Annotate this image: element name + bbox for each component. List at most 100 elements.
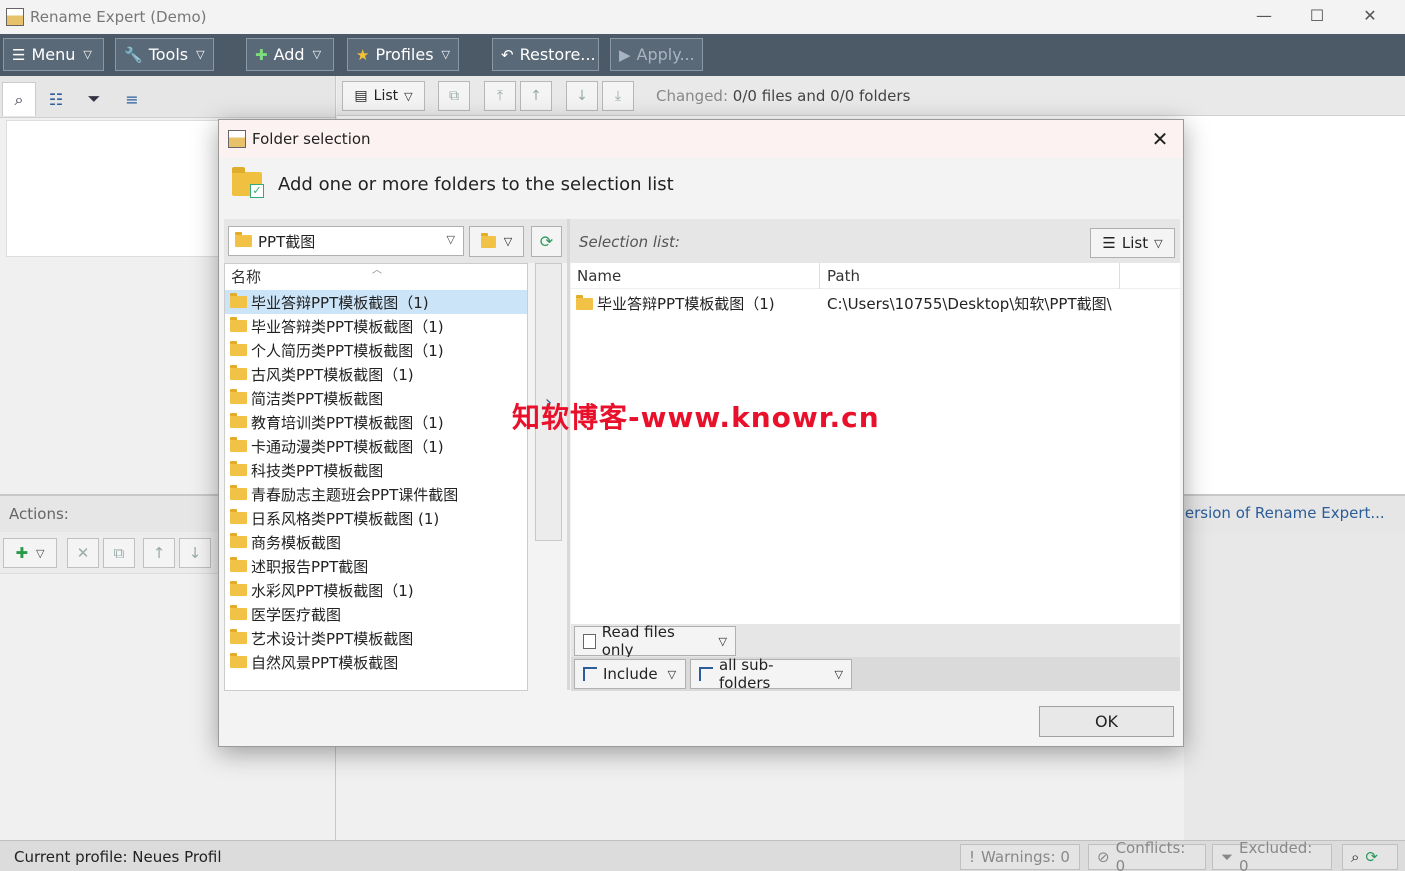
list-icon: ☰ <box>1102 234 1116 252</box>
tree-item[interactable]: 个人简历类PPT模板截图（1) <box>225 338 527 362</box>
maximize-button[interactable]: ☐ <box>1291 0 1343 30</box>
folder-icon <box>576 294 593 310</box>
current-folder-combo[interactable]: PPT截图 ▽ <box>228 226 464 256</box>
dialog-title-bar: Folder selection ✕ <box>219 120 1183 158</box>
tree-item[interactable]: 简洁类PPT模板截图 <box>225 386 527 410</box>
close-button[interactable]: ✕ <box>1344 0 1396 30</box>
tree-column-header[interactable]: 名称 ︿ <box>225 264 527 290</box>
conflict-icon: ⊘ <box>1097 848 1110 866</box>
favorite-folder-icon <box>480 232 496 248</box>
move-bottom-button[interactable]: ⤓ <box>602 81 634 111</box>
current-profile: Current profile: Neues Profil <box>14 848 222 866</box>
tools-button[interactable]: 🔧 Tools ▽ <box>115 38 214 71</box>
folder-icon <box>230 413 247 428</box>
list-view-button[interactable]: ▤ List ▽ <box>342 81 425 111</box>
chevron-down-icon: ▽ <box>503 235 513 248</box>
search-icon[interactable]: ⌕ <box>2 82 36 116</box>
tree-item[interactable]: 日系风格类PPT模板截图 (1) <box>225 506 527 530</box>
tree-item[interactable]: 教育培训类PPT模板截图（1) <box>225 410 527 434</box>
details-button[interactable]: ⧉ <box>438 81 470 111</box>
tree-item[interactable]: 述职报告PPT截图 <box>225 554 527 578</box>
app-icon <box>228 130 246 148</box>
tree-item[interactable]: 水彩风PPT模板截图（1) <box>225 578 527 602</box>
warnings-button[interactable]: ! Warnings: 0 <box>960 844 1080 870</box>
refresh-button[interactable]: ⟳ <box>531 226 562 257</box>
tree-item[interactable]: 青春励志主题班会PPT课件截图 <box>225 482 527 506</box>
plus-icon: ✚ <box>255 45 268 64</box>
column-name[interactable]: Name <box>577 267 621 285</box>
chevron-down-icon: ▽ <box>834 667 843 681</box>
apply-button[interactable]: ▶ Apply... <box>610 38 703 71</box>
conflicts-button[interactable]: ⊘ Conflicts: 0 <box>1088 839 1206 871</box>
info-header: version of Rename Expert... <box>1176 494 1405 532</box>
tree-item[interactable]: 卡通动漫类PPT模板截图（1) <box>225 434 527 458</box>
ok-button[interactable]: OK <box>1039 706 1174 737</box>
folder-icon <box>230 341 247 356</box>
dialog-close-button[interactable]: ✕ <box>1147 126 1173 152</box>
selection-list: Name Path 毕业答辩PPT模板截图（1) C:\Users\10755\… <box>571 263 1180 624</box>
read-files-only-dropdown[interactable]: Read files only ▽ <box>574 623 736 659</box>
favorites-button[interactable]: ▽ <box>469 226 524 257</box>
panel-splitter[interactable] <box>567 219 570 690</box>
tree-item[interactable]: 毕业答辩PPT模板截图（1) <box>225 290 527 314</box>
changed-summary: Changed: 0/0 files and 0/0 folders <box>656 87 911 105</box>
tree-view-icon[interactable]: ☷ <box>39 82 73 116</box>
chevron-down-icon: ▽ <box>1154 236 1163 250</box>
excluded-button[interactable]: ⏷ Excluded: 0 <box>1212 839 1332 871</box>
add-button[interactable]: ✚ Add ▽ <box>246 38 334 71</box>
arrow-up-icon: ↑ <box>530 88 542 104</box>
copy-icon: ⧉ <box>113 544 125 562</box>
subfolders-dropdown[interactable]: all sub-folders ▽ <box>690 656 852 692</box>
version-link[interactable]: version of Rename Expert... <box>1176 504 1385 522</box>
preview-toolbar: ▤ List ▽ ⧉ ⤒ ↑ ↓ ⤓ Changed: 0/0 files an… <box>337 76 1405 116</box>
folder-icon <box>230 653 247 668</box>
tree-item[interactable]: 艺术设计类PPT模板截图 <box>225 626 527 650</box>
copy-action-button[interactable]: ⧉ <box>103 538 135 568</box>
move-top-button[interactable]: ⤒ <box>484 81 516 111</box>
chevron-down-icon: ▽ <box>404 89 413 103</box>
tree-item[interactable]: 毕业答辩类PPT模板截图（1) <box>225 314 527 338</box>
tree-item[interactable]: 科技类PPT模板截图 <box>225 458 527 482</box>
folder-icon <box>230 557 247 572</box>
add-action-button[interactable]: ✚ ▽ <box>3 538 57 568</box>
selection-list-toolbar: Selection list: ☰ List ▽ <box>571 219 1180 263</box>
include-tree-icon <box>583 667 597 681</box>
document-icon <box>583 633 596 649</box>
search-refresh-button[interactable]: ⌕ ⟳ <box>1342 844 1398 870</box>
refresh-icon: ⟳ <box>539 232 554 251</box>
filter-icon: ⏷ <box>1221 848 1234 866</box>
chevron-down-icon: ▽ <box>312 48 322 61</box>
folder-icon <box>230 389 247 404</box>
tree-item[interactable]: 商务模板截图 <box>225 530 527 554</box>
arrow-down-icon: ↓ <box>576 88 588 104</box>
filter-icon[interactable]: ⏷ <box>77 82 111 116</box>
move-up-button[interactable]: ↑ <box>143 538 175 568</box>
column-path[interactable]: Path <box>827 267 860 285</box>
star-icon: ★ <box>356 45 370 64</box>
move-down-button[interactable]: ↓ <box>179 538 211 568</box>
restore-button[interactable]: ↶ Restore... <box>492 38 599 71</box>
include-dropdown[interactable]: Include ▽ <box>574 659 686 689</box>
tree-item[interactable]: 自然风景PPT模板截图 <box>225 650 527 674</box>
chevron-down-icon: ▽ <box>667 667 677 681</box>
minimize-button[interactable]: — <box>1238 0 1290 30</box>
arrow-bottom-icon: ⤓ <box>614 88 622 104</box>
selection-view-button[interactable]: ☰ List ▽ <box>1090 228 1175 258</box>
delete-action-button[interactable]: ✕ <box>67 538 99 568</box>
info-panel <box>1184 532 1405 840</box>
profiles-button[interactable]: ★ Profiles ▽ <box>347 38 459 71</box>
menu-button[interactable]: ☰ Menu ▽ <box>3 38 104 71</box>
selection-list-label: Selection list: <box>579 233 680 251</box>
move-down-button[interactable]: ↓ <box>566 81 598 111</box>
tree-item[interactable]: 古风类PPT模板截图（1) <box>225 362 527 386</box>
selection-row[interactable]: 毕业答辩PPT模板截图（1) C:\Users\10755\Desktop\知软… <box>571 289 1180 315</box>
arrow-top-icon: ⤒ <box>496 88 504 104</box>
folder-icon <box>230 293 247 308</box>
chevron-down-icon: ▽ <box>196 48 205 61</box>
read-options-bar: Read files only ▽ <box>571 623 1180 659</box>
list-icon[interactable]: ≡ <box>115 82 149 116</box>
tree-item[interactable]: 医学医疗截图 <box>225 602 527 626</box>
folder-icon <box>230 509 247 524</box>
hamburger-icon: ☰ <box>12 45 26 64</box>
move-up-button[interactable]: ↑ <box>520 81 552 111</box>
